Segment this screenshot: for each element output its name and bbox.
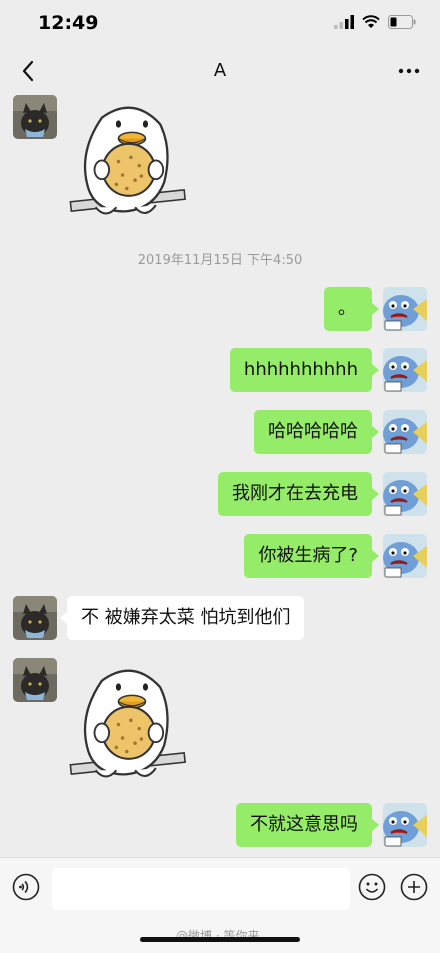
status-icons bbox=[334, 15, 416, 29]
voice-input-icon[interactable] bbox=[12, 873, 40, 901]
wifi-icon bbox=[362, 15, 380, 28]
contact-avatar[interactable] bbox=[13, 95, 57, 139]
outgoing-message-bubble[interactable]: 不就这意思吗 bbox=[236, 803, 379, 847]
status-bar: 12:49 bbox=[0, 0, 440, 46]
message-input-bar bbox=[0, 857, 440, 920]
battery-icon bbox=[388, 15, 416, 29]
outgoing-message-bubble[interactable]: hhhhhhhhhh bbox=[229, 348, 380, 392]
outgoing-message-bubble[interactable]: 。 bbox=[324, 287, 379, 331]
my-avatar[interactable] bbox=[383, 410, 427, 454]
status-time: 12:49 bbox=[38, 12, 99, 34]
add-attachment-icon[interactable] bbox=[400, 873, 428, 901]
emoji-icon[interactable] bbox=[358, 873, 386, 901]
my-avatar[interactable] bbox=[383, 803, 427, 847]
chat-header: A bbox=[0, 46, 440, 96]
my-avatar[interactable] bbox=[383, 287, 427, 331]
home-indicator[interactable] bbox=[140, 937, 300, 942]
message-text-input[interactable] bbox=[52, 868, 350, 910]
outgoing-message-bubble[interactable]: 我刚才在去充电 bbox=[218, 472, 379, 516]
contact-avatar[interactable] bbox=[13, 658, 57, 702]
my-avatar[interactable] bbox=[383, 534, 427, 578]
my-avatar[interactable] bbox=[383, 348, 427, 392]
signal-icon bbox=[334, 15, 354, 29]
duck-holding-cookie-sticker[interactable] bbox=[68, 97, 198, 227]
incoming-message-bubble[interactable]: 不 被嫌弃太菜 怕坑到他们 bbox=[59, 596, 305, 640]
message-timestamp: 2019年11月15日 下午4:50 bbox=[137, 253, 303, 268]
home-indicator-area: @微博 · 等你来 bbox=[0, 919, 440, 953]
contact-avatar[interactable] bbox=[13, 596, 57, 640]
chat-title: A bbox=[213, 60, 227, 81]
my-avatar[interactable] bbox=[383, 472, 427, 516]
outgoing-message-bubble[interactable]: 你被生病了? bbox=[244, 534, 379, 578]
outgoing-message-bubble[interactable]: 哈哈哈哈哈 bbox=[254, 410, 379, 454]
more-options-icon[interactable] bbox=[396, 58, 422, 84]
duck-holding-cookie-sticker[interactable] bbox=[68, 660, 198, 790]
